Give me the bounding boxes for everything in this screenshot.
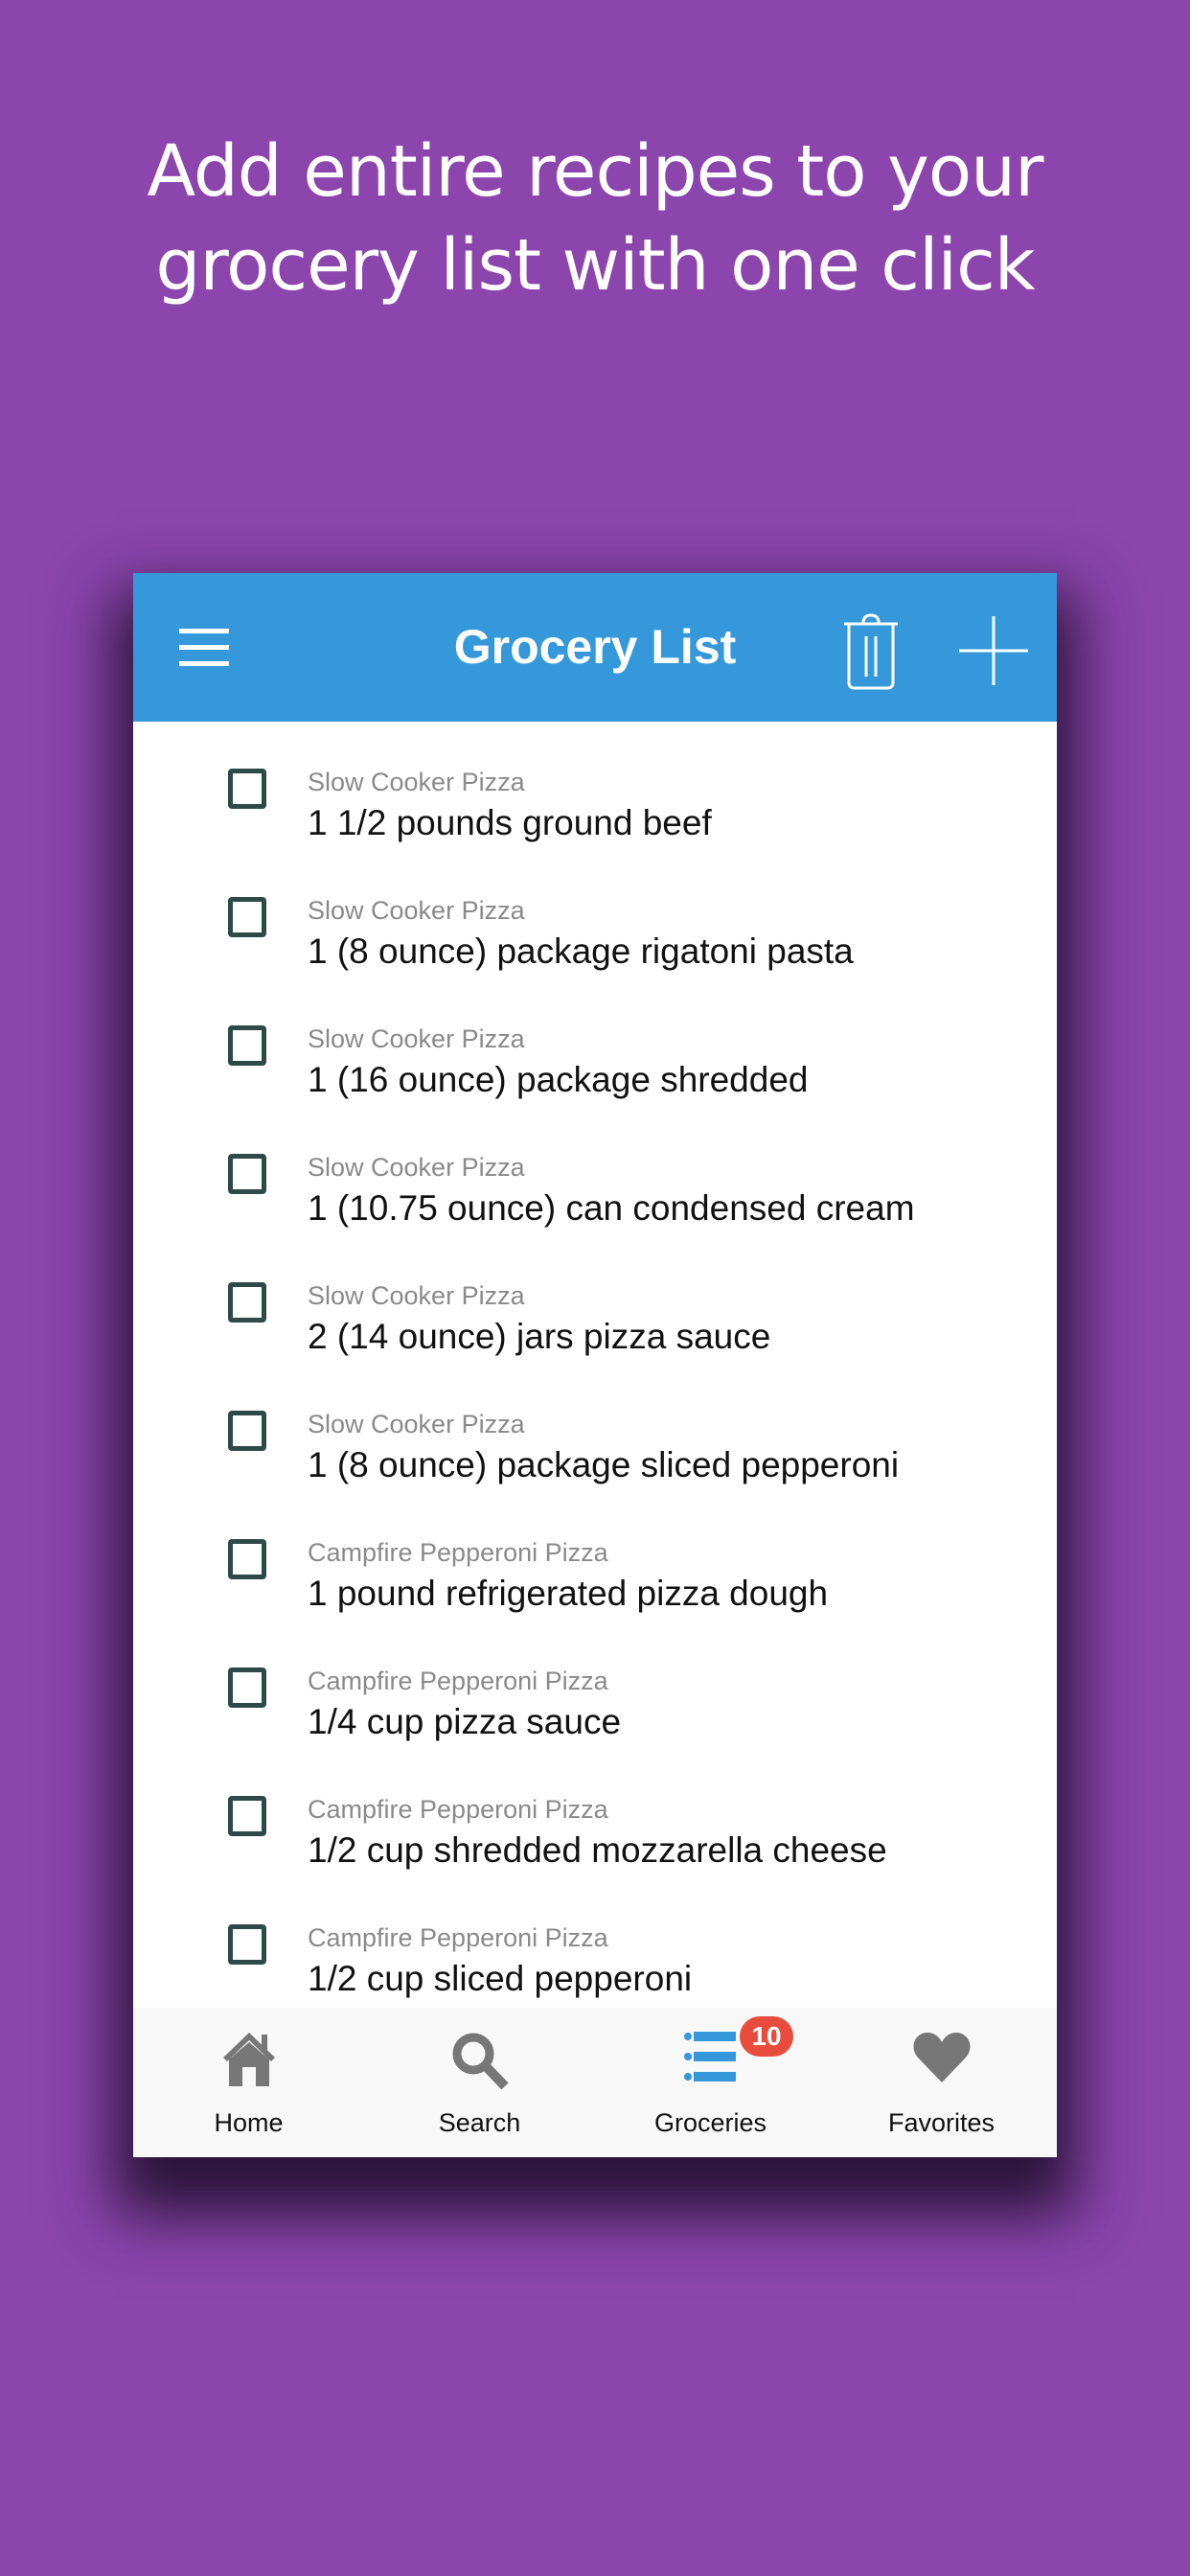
- tab-label: Groceries: [653, 2108, 767, 2137]
- ingredient-text: 1 pound refrigerated pizza dough: [308, 1574, 829, 1613]
- recipe-name: Slow Cooker Pizza: [308, 1281, 525, 1310]
- ingredient-text: 1 (10.75 ounce) can condensed cream: [308, 1188, 915, 1228]
- recipe-name: Slow Cooker Pizza: [308, 1410, 525, 1438]
- recipe-name: Slow Cooker Pizza: [308, 896, 525, 925]
- ingredient-text: 1/2 cup shredded mozzarella cheese: [308, 1830, 887, 1870]
- headline-line-1: Add entire recipes to your: [147, 130, 1044, 213]
- tab-label: Search: [438, 2108, 521, 2137]
- grocery-list-item[interactable]: Slow Cooker Pizza 1 (8 ounce) package sl…: [133, 1364, 1057, 1492]
- grocery-list-item[interactable]: Slow Cooker Pizza 1 1/2 pounds ground be…: [133, 722, 1057, 850]
- ingredient-text: 1/4 cup pizza sauce: [308, 1702, 622, 1741]
- page-title: Grocery List: [453, 620, 737, 674]
- recipe-name: Slow Cooker Pizza: [308, 1153, 525, 1182]
- item-checkbox[interactable]: [228, 1282, 266, 1322]
- item-checkbox[interactable]: [228, 769, 266, 809]
- ingredient-text: 2 (14 ounce) jars pizza sauce: [308, 1317, 771, 1356]
- grocery-list-item[interactable]: Slow Cooker Pizza 1 (8 ounce) package ri…: [133, 850, 1057, 978]
- item-checkbox[interactable]: [228, 1924, 266, 1965]
- item-checkbox[interactable]: [228, 1154, 266, 1194]
- menu-button[interactable]: [179, 629, 231, 667]
- ingredient-text: 1/2 cup sliced pepperoni: [308, 1959, 693, 1998]
- tab-search[interactable]: Search: [364, 2008, 595, 2157]
- grocery-list: Slow Cooker Pizza 1 1/2 pounds ground be…: [133, 722, 1057, 2157]
- list-icon: [683, 2032, 736, 2082]
- delete-all-button[interactable]: [842, 613, 900, 690]
- home-icon: [222, 2033, 275, 2086]
- recipe-name: Campfire Pepperoni Pizza: [308, 1923, 608, 1952]
- grocery-list-item[interactable]: Campfire Pepperoni Pizza 1/4 cup pizza s…: [133, 1621, 1057, 1749]
- recipe-name: Slow Cooker Pizza: [308, 768, 525, 796]
- bottom-navigation: Home Search Groceries Favorites 10: [133, 2008, 1057, 2157]
- tab-home[interactable]: Home: [133, 2008, 364, 2157]
- ingredient-text: 1 (16 ounce) package shredded: [308, 1060, 809, 1099]
- plus-icon: [959, 616, 1028, 685]
- grocery-list-item[interactable]: Slow Cooker Pizza 1 (16 ounce) package s…: [133, 978, 1057, 1107]
- item-checkbox[interactable]: [228, 1796, 266, 1836]
- phone-screen: Grocery List Slow Cooker Pizza 1 1/2 pou…: [133, 573, 1057, 2157]
- add-item-button[interactable]: [959, 616, 1028, 685]
- ingredient-text: 1 (8 ounce) package rigatoni pasta: [308, 932, 854, 971]
- item-checkbox[interactable]: [228, 897, 266, 937]
- recipe-name: Campfire Pepperoni Pizza: [308, 1538, 608, 1567]
- item-checkbox[interactable]: [228, 1411, 266, 1451]
- recipe-name: Slow Cooker Pizza: [308, 1024, 525, 1053]
- heart-icon: [912, 2033, 971, 2082]
- grocery-list-item[interactable]: Slow Cooker Pizza 1 (10.75 ounce) can co…: [133, 1107, 1057, 1235]
- headline-line-2: grocery list with one click: [155, 224, 1035, 307]
- hamburger-menu-icon: [179, 629, 231, 667]
- grocery-list-item[interactable]: Slow Cooker Pizza 2 (14 ounce) jars pizz…: [133, 1235, 1057, 1364]
- ingredient-text: 1 1/2 pounds ground beef: [308, 803, 712, 842]
- tab-favorites[interactable]: Favorites: [826, 2008, 1057, 2157]
- item-checkbox[interactable]: [228, 1025, 266, 1066]
- app-bar: Grocery List: [133, 573, 1057, 722]
- tab-label: Home: [214, 2108, 284, 2137]
- item-checkbox[interactable]: [228, 1668, 266, 1708]
- promo-headline: Add entire recipes to your grocery list …: [0, 125, 1190, 312]
- groceries-count-badge: 10: [740, 2016, 793, 2057]
- grocery-list-item[interactable]: Campfire Pepperoni Pizza 1 pound refrige…: [133, 1492, 1057, 1621]
- tab-label: Favorites: [887, 2108, 995, 2137]
- grocery-list-item[interactable]: Campfire Pepperoni Pizza 1/2 cup sliced …: [133, 1877, 1057, 2006]
- search-icon: [452, 2033, 509, 2090]
- ingredient-text: 1 (8 ounce) package sliced pepperoni: [308, 1445, 900, 1484]
- item-checkbox[interactable]: [228, 1539, 266, 1579]
- trash-icon: [844, 613, 898, 690]
- recipe-name: Campfire Pepperoni Pizza: [308, 1667, 608, 1695]
- recipe-name: Campfire Pepperoni Pizza: [308, 1795, 608, 1824]
- grocery-list-item[interactable]: Campfire Pepperoni Pizza 1/2 cup shredde…: [133, 1749, 1057, 1877]
